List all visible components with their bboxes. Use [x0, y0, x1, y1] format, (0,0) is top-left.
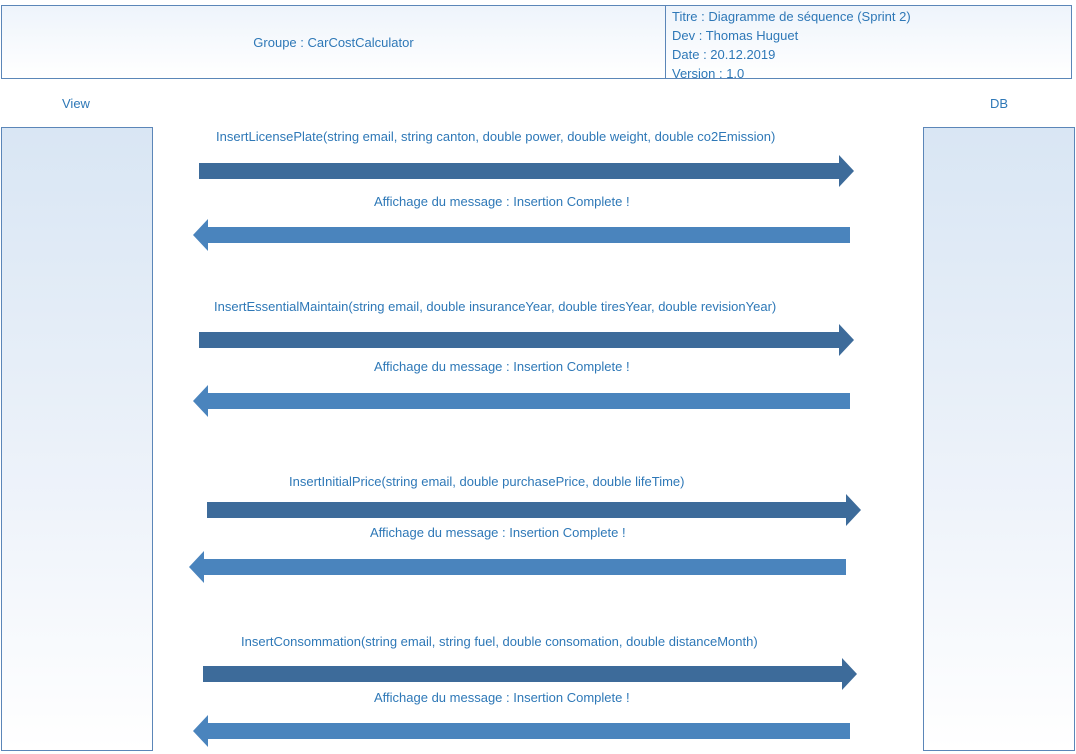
response-arrow: [193, 385, 850, 417]
response-arrow: [189, 551, 846, 583]
message-call-label: InsertEssentialMaintain(string email, do…: [214, 299, 777, 314]
response-arrow: [193, 715, 850, 747]
call-arrow: [199, 324, 854, 356]
message-response-label: Affichage du message : Insertion Complet…: [370, 525, 626, 540]
call-arrow: [207, 494, 861, 526]
call-arrow: [199, 155, 854, 187]
response-arrow: [193, 219, 850, 251]
message-call-label: InsertConsommation(string email, string …: [241, 634, 758, 649]
message-response-label: Affichage du message : Insertion Complet…: [374, 194, 630, 209]
message-response-label: Affichage du message : Insertion Complet…: [374, 359, 630, 374]
call-arrow: [203, 658, 857, 690]
message-call-label: InsertInitialPrice(string email, double …: [289, 474, 685, 489]
message-response-label: Affichage du message : Insertion Complet…: [374, 690, 630, 705]
message-call-label: InsertLicensePlate(string email, string …: [216, 129, 776, 144]
